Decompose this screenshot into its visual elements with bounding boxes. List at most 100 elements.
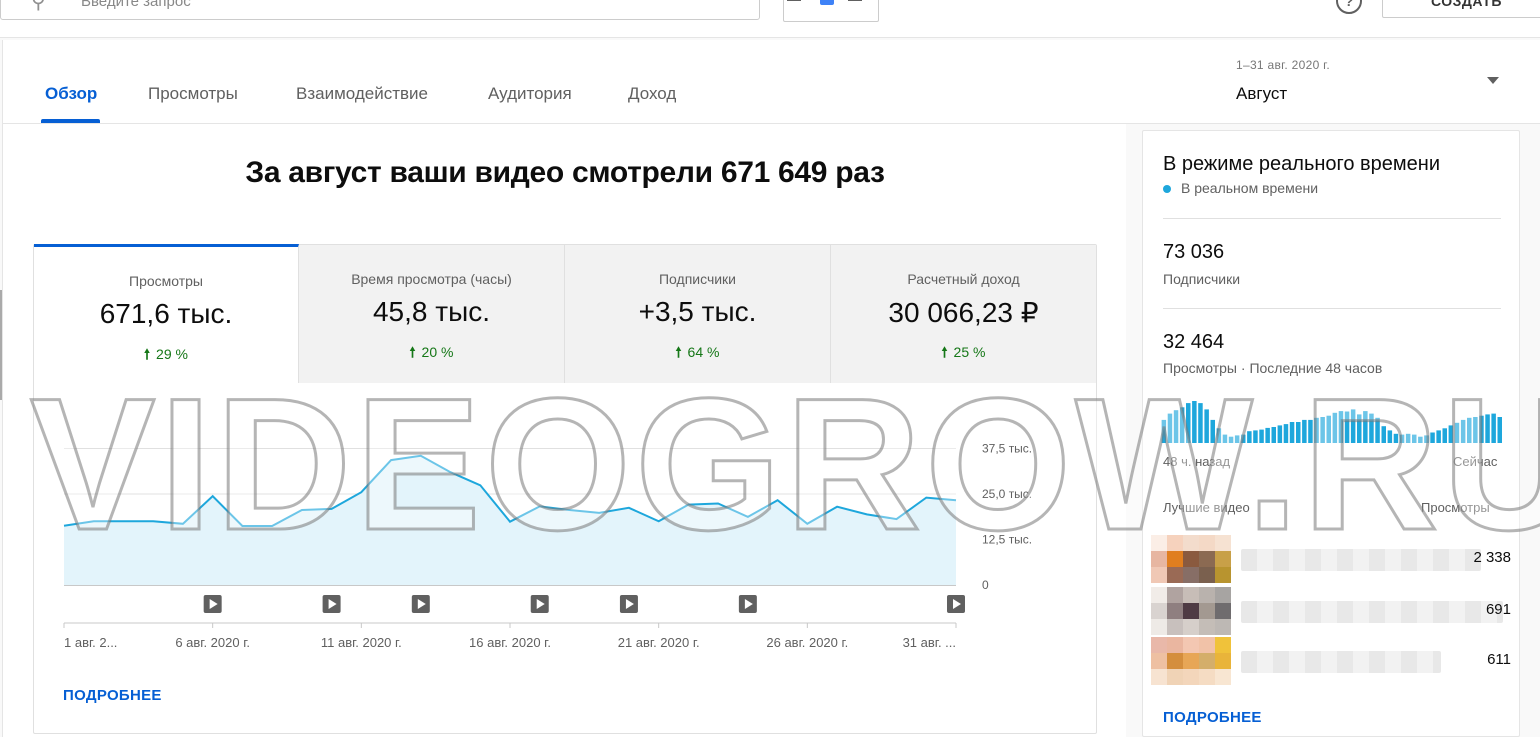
metric-change: 🠕 64 % [675, 344, 720, 360]
live-dot-icon [1163, 185, 1171, 193]
tab-engagement[interactable]: Взаимодействие [296, 84, 428, 104]
metric-tab-views[interactable]: Просмотры 671,6 тыс. 🠕 29 % [34, 244, 299, 383]
search-icon[interactable]: ⚲ [31, 0, 46, 14]
realtime-bar [1363, 411, 1368, 443]
overview-panel: За август ваши видео смотрели 671 649 ра… [2, 124, 1126, 737]
x-tick-label: 11 авг. 2020 г. [321, 635, 402, 650]
top-videos-header: Лучшие видео [1163, 500, 1250, 515]
subscribers-label: Подписчики [1163, 271, 1241, 287]
realtime-bar [1405, 433, 1411, 443]
realtime-card: В режиме реального времени В реальном вр… [1142, 130, 1520, 737]
realtime-bar [1259, 429, 1264, 443]
axis-left-label: 48 ч. назад [1163, 454, 1231, 469]
date-period-select[interactable]: Август [1236, 84, 1287, 104]
realtime-bar [1448, 425, 1454, 443]
realtime-bar [1381, 426, 1386, 443]
y-tick-label: 37,5 тыс. [982, 442, 1032, 456]
page-title: За август ваши видео смотрели 671 649 ра… [245, 156, 885, 189]
realtime-bar [1204, 409, 1209, 443]
x-tick-label: 26 авг. 2020 г. [766, 635, 848, 650]
tab-revenue[interactable]: Доход [628, 84, 676, 104]
realtime-bar [1296, 422, 1301, 443]
dash-icon [848, 0, 862, 1]
axis-right-label: Сейчас [1453, 454, 1498, 469]
live-label: В реальном времени [1181, 180, 1319, 196]
video-thumbnail[interactable] [1151, 587, 1231, 635]
metric-label: Просмотры [129, 273, 203, 289]
realtime-bar [1424, 435, 1429, 443]
x-tick-label: 1 авг. 2... [64, 635, 117, 650]
metric-change: 🠕 25 % [941, 344, 986, 360]
video-title-blurred [1241, 601, 1503, 623]
more-link[interactable]: ПОДРОБНЕЕ [63, 687, 162, 704]
realtime-bar [1467, 417, 1472, 443]
metric-label: Время просмотра (часы) [351, 271, 512, 287]
video-row[interactable]: 691 [1151, 587, 1511, 635]
realtime-bar [1491, 413, 1496, 443]
realtime-bar [1241, 434, 1246, 443]
tabs-bar: Обзор Просмотры Взаимодействие Аудитория… [2, 40, 1540, 124]
help-icon[interactable]: ? [1336, 0, 1362, 14]
realtime-bar [1485, 414, 1490, 443]
realtime-bar [1357, 414, 1362, 443]
realtime-bar [1497, 417, 1502, 443]
views-label: Просмотры · Последние 48 часов [1163, 360, 1383, 376]
realtime-bar [1222, 434, 1228, 443]
realtime-bar [1460, 419, 1466, 443]
realtime-bar [1479, 415, 1484, 443]
video-row[interactable]: 611 [1151, 637, 1511, 685]
realtime-bar [1387, 430, 1393, 443]
realtime-bar-chart[interactable] [1161, 397, 1503, 443]
create-button[interactable]: СОЗДАТЬ [1382, 0, 1540, 18]
realtime-bar [1338, 411, 1344, 443]
metric-value: 45,8 тыс. [372, 296, 490, 327]
realtime-bar [1265, 427, 1270, 443]
metric-label: Подписчики [658, 271, 736, 287]
realtime-title: В режиме реального времени [1163, 153, 1441, 175]
search-box[interactable]: ⚲ Введите запрос [0, 0, 760, 20]
metric-tab-watch-time[interactable]: Время просмотра (часы) 45,8 тыс. 🠕 20 % [299, 245, 565, 383]
realtime-bar [1436, 430, 1441, 443]
realtime-bar [1167, 413, 1173, 443]
realtime-bar [1192, 401, 1197, 443]
realtime-bar [1430, 432, 1435, 443]
realtime-bar [1314, 417, 1319, 443]
create-label: СОЗДАТЬ [1431, 0, 1502, 9]
views-chart[interactable]: 37,5 тыс. 25,0 тыс. 12,5 тыс. 0 1 авг. 2... 6… [34, 383, 1096, 663]
video-thumbnail[interactable] [1151, 535, 1231, 583]
metrics-card: Просмотры 671,6 тыс. 🠕 29 % Время просмот… [33, 244, 1097, 734]
video-row[interactable]: 2 338 [1151, 535, 1511, 583]
tab-views[interactable]: Просмотры [148, 84, 238, 104]
realtime-bar [1289, 422, 1295, 443]
views-column-header: Просмотры [1421, 500, 1490, 515]
metric-label: Расчетный доход [907, 271, 1020, 287]
video-views: 2 338 [1473, 549, 1511, 566]
realtime-bar [1228, 436, 1234, 443]
realtime-bar [1442, 428, 1447, 443]
realtime-bar [1326, 415, 1331, 443]
arrow-up-icon: 🠕 [144, 346, 151, 362]
realtime-bar [1186, 403, 1191, 443]
realtime-bar [1216, 428, 1222, 443]
realtime-bar [1277, 425, 1283, 443]
realtime-more-link[interactable]: ПОДРОБНЕЕ [1163, 709, 1262, 726]
top-app-bar: ⚲ Введите запрос ? СОЗДАТЬ [0, 0, 1540, 38]
tab-audience[interactable]: Аудитория [488, 84, 572, 104]
active-tab-indicator [41, 119, 100, 123]
views-count: 32 464 [1163, 331, 1225, 353]
realtime-bar [1393, 433, 1399, 443]
chevron-down-icon[interactable] [1487, 77, 1499, 84]
realtime-bar [1283, 424, 1289, 443]
realtime-bar [1412, 434, 1417, 443]
video-thumbnail[interactable] [1151, 637, 1231, 685]
subscribers-count: 73 036 [1163, 241, 1225, 263]
view-switcher[interactable] [783, 0, 879, 22]
metric-tab-revenue[interactable]: Расчетный доход 30 066,23 ₽ 🠕 25 % [831, 245, 1096, 383]
tab-overview[interactable]: Обзор [45, 84, 97, 104]
video-views: 611 [1487, 651, 1511, 668]
metric-tab-subscribers[interactable]: Подписчики +3,5 тыс. 🠕 64 % [565, 245, 831, 383]
realtime-bar [1161, 419, 1167, 443]
x-tick-label: 31 авг. ... [903, 635, 956, 650]
y-tick-label: 0 [982, 578, 989, 592]
realtime-bar [1418, 436, 1423, 443]
